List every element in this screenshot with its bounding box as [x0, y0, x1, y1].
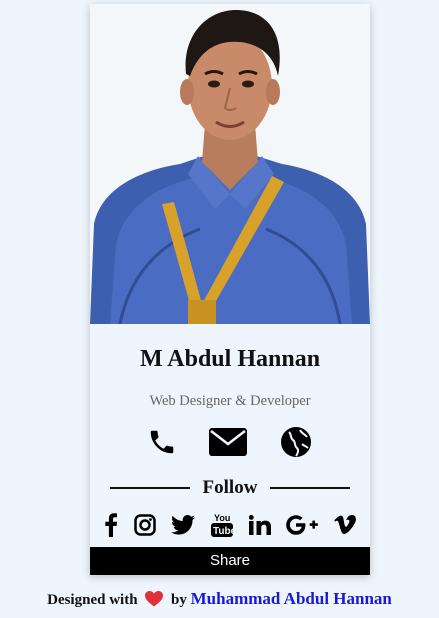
divider-line-left — [110, 487, 190, 489]
footer-by: by — [171, 592, 187, 608]
instagram-icon[interactable] — [133, 510, 156, 540]
youtube-icon[interactable]: You Tube — [210, 510, 233, 540]
svg-text:Tube: Tube — [213, 526, 233, 537]
twitter-icon[interactable] — [171, 510, 196, 540]
profile-role: Web Designer & Developer — [149, 393, 311, 409]
follow-divider: Follow — [110, 476, 350, 500]
envelope-icon[interactable] — [208, 424, 248, 460]
profile-photo — [90, 4, 370, 324]
heart-icon — [145, 591, 164, 612]
footer-designed-with: Designed with — [47, 592, 138, 608]
social-icons: You Tube — [104, 510, 356, 540]
google-plus-icon[interactable] — [286, 510, 319, 540]
share-button[interactable]: Share — [90, 547, 370, 575]
globe-icon[interactable] — [278, 424, 314, 460]
phone-icon[interactable] — [144, 424, 180, 460]
footer-author-link[interactable]: Muhammad Abdul Hannan — [191, 589, 392, 608]
facebook-icon[interactable] — [104, 510, 118, 540]
footer-credit: Designed with by Muhammad Abdul Hannan — [0, 589, 439, 612]
follow-label: Follow — [202, 477, 258, 498]
linkedin-icon[interactable] — [248, 510, 271, 540]
contact-icons — [90, 424, 370, 460]
svg-text:You: You — [214, 513, 230, 523]
divider-line-right — [269, 487, 350, 489]
profile-name: M Abdul Hannan — [139, 346, 321, 372]
vimeo-icon[interactable] — [334, 510, 356, 540]
profile-card: M Abdul Hannan Web Designer & Developer … — [90, 4, 370, 575]
